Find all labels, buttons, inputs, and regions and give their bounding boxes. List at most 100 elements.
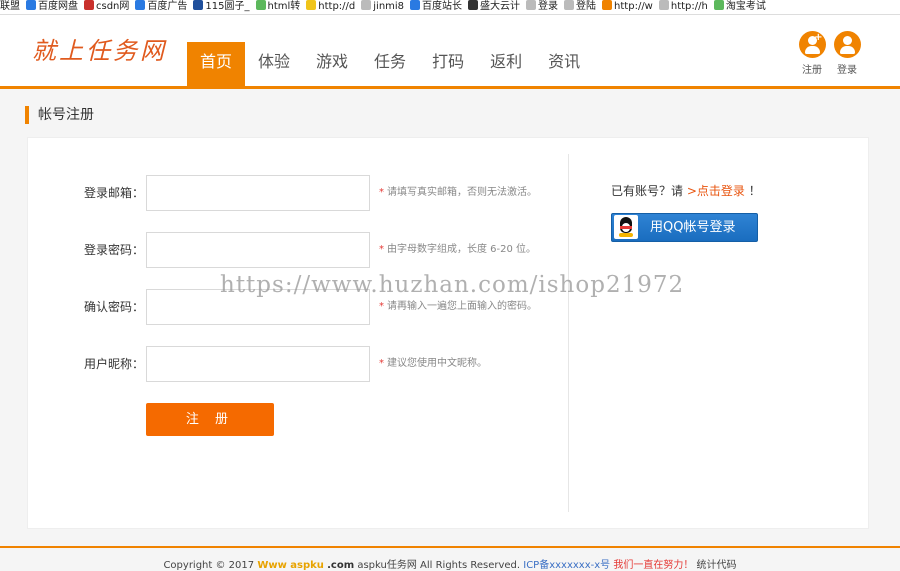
click-login-link[interactable]: >点击登录 — [687, 184, 745, 198]
required-star: * — [379, 358, 384, 369]
nav-item[interactable]: 任务 — [361, 42, 419, 86]
bookmark-label: 盛大云计 — [480, 1, 521, 12]
bookmark-item[interactable]: 登陆 — [564, 0, 596, 13]
bookmark-item[interactable]: 登录 — [526, 0, 558, 13]
bookmark-label: csdn网 — [96, 1, 130, 12]
bookmark-label: 百度网盘 — [38, 1, 78, 12]
login-label: 登录 — [837, 65, 857, 76]
bookmark-item[interactable]: 百度站长 — [410, 0, 462, 13]
bookmark-favicon-icon — [602, 0, 613, 10]
bookmark-item[interactable]: html转 — [255, 0, 301, 13]
bookmark-label: jinmi8 — [373, 1, 405, 12]
password-input[interactable] — [146, 232, 370, 268]
bookmark-favicon-icon — [193, 0, 204, 10]
bookmark-label: 登录 — [538, 1, 559, 12]
bookmark-favicon-icon — [361, 0, 372, 10]
nickname-hint: * 建议您使用中文昵称。 — [379, 346, 487, 382]
bookmark-item[interactable]: http://d — [306, 0, 355, 13]
nav-item[interactable]: 返利 — [477, 42, 535, 86]
footer-site-name: aspku任务网 All Rights Reserved. — [357, 560, 521, 571]
qq-login-button[interactable]: 用QQ帐号登录 — [611, 213, 758, 242]
form-row-password: 登录密码： * 由字母数字组成，长度 6-20 位。 — [28, 232, 568, 268]
required-star: * — [379, 301, 384, 312]
has-account-text: 已有账号？请 >点击登录 ！ — [611, 182, 761, 199]
bookmark-favicon-icon — [713, 0, 724, 10]
bookmark-favicon-icon — [135, 0, 146, 10]
email-input[interactable] — [146, 175, 370, 211]
footer-slogan: 我们一直在努力！ — [613, 560, 694, 571]
bookmark-label: 登陆 — [576, 1, 597, 12]
bookmark-item[interactable]: 115圆子_ — [193, 0, 250, 13]
nav-item[interactable]: 打码 — [419, 42, 477, 86]
bookmark-label: html转 — [267, 1, 301, 12]
footer-divider — [0, 546, 900, 548]
bookmark-label: 百度站长 — [422, 1, 463, 12]
confirm-password-label: 确认密码： — [83, 300, 144, 314]
bookmark-label: http://d — [318, 1, 356, 12]
bookmark-item[interactable]: 百度网盘 — [26, 0, 78, 13]
bookmark-favicon-icon — [564, 0, 575, 10]
qq-penguin-icon — [614, 215, 638, 239]
register-user-icon: + — [798, 31, 826, 58]
nickname-label: 用户昵称： — [83, 357, 144, 371]
login-user-icon — [833, 31, 861, 58]
nickname-hint-text: 建议您使用中文昵称。 — [387, 358, 487, 369]
password-hint: * 由字母数字组成，长度 6-20 位。 — [379, 232, 536, 268]
watermark-text: https://www.huzhan.com/ishop21972 — [220, 272, 685, 298]
password-label: 登录密码： — [83, 243, 144, 257]
bookmark-label: 联盟 — [0, 1, 20, 12]
bookmark-label: http://h — [670, 1, 708, 12]
form-row-nickname: 用户昵称： * 建议您使用中文昵称。 — [28, 346, 568, 382]
page-title: 帐号注册 — [25, 106, 94, 124]
bookmark-favicon-icon — [306, 0, 317, 10]
bookmark-item[interactable]: http://h — [658, 0, 708, 13]
bookmark-item[interactable]: http://w — [602, 0, 653, 13]
password-hint-text: 由字母数字组成，长度 6-20 位。 — [387, 244, 537, 255]
email-hint-text: 请填写真实邮箱，否则无法激活。 — [387, 187, 537, 198]
required-star: * — [379, 244, 384, 255]
bookmark-item[interactable]: 淘宝考试 — [713, 0, 766, 13]
has-account-suffix: ！ — [748, 184, 761, 198]
bookmark-item[interactable]: jinmi8 — [361, 0, 404, 13]
register-submit-button[interactable]: 注 册 — [146, 403, 274, 436]
email-hint: * 请填写真实邮箱，否则无法激活。 — [379, 175, 537, 211]
bookmark-favicon-icon — [658, 0, 669, 10]
bookmark-favicon-icon — [526, 0, 537, 10]
bookmark-favicon-icon — [468, 0, 479, 10]
register-button[interactable]: + 注册 — [792, 31, 832, 76]
bookmark-label: 百度广告 — [147, 1, 188, 12]
bookmark-favicon-icon — [84, 0, 94, 10]
bookmark-item[interactable]: 百度广告 — [135, 0, 187, 13]
nickname-input[interactable] — [146, 346, 370, 382]
nav-item[interactable]: 游戏 — [303, 42, 361, 86]
bookmark-label: http://w — [614, 1, 653, 12]
has-account-prompt: 已有账号？请 — [611, 184, 684, 198]
site-logo[interactable]: 就上任务网 — [32, 31, 167, 66]
confirm-password-hint-text: 请再输入一遍您上面输入的密码。 — [387, 301, 537, 312]
bookmark-favicon-icon — [255, 0, 266, 10]
footer-stats[interactable]: 统计代码 — [697, 560, 737, 571]
site-header: 就上任务网 首页 体验 游戏 任务 打码 返利 资讯 + 注册 登录 — [0, 15, 900, 89]
nav-item[interactable]: 首页 — [187, 42, 246, 86]
bookmarks-bar: 联盟 百度网盘 csdn网 百度广告 115圆子_ html转 http://d jinmi8… — [0, 0, 900, 15]
required-star: * — [379, 187, 384, 198]
site-footer: Copyright © 2017 Www aspku .com aspku任务网… — [0, 556, 900, 571]
nav-item[interactable]: 体验 — [245, 42, 303, 86]
bookmark-item[interactable]: 联盟 — [0, 0, 20, 13]
nav-item[interactable]: 资讯 — [535, 42, 593, 86]
bookmark-item[interactable]: 盛大云计 — [468, 0, 520, 13]
email-label: 登录邮箱： — [83, 186, 144, 200]
panel-divider — [568, 154, 569, 512]
footer-icp-link[interactable]: ICP备xxxxxxx-x号 — [523, 560, 610, 571]
form-row-email: 登录邮箱： * 请填写真实邮箱，否则无法激活。 — [28, 175, 568, 211]
bookmark-favicon-icon — [26, 0, 36, 10]
footer-copyright: Copyright © 2017 — [163, 560, 255, 571]
bookmark-label: 115圆子_ — [205, 1, 250, 12]
register-panel: 登录邮箱： * 请填写真实邮箱，否则无法激活。 登录密码： * 由字母数字组成，长度 6-… — [27, 137, 869, 529]
bookmark-item[interactable]: csdn网 — [84, 0, 129, 13]
bookmark-favicon-icon — [410, 0, 421, 10]
qq-login-label: 用QQ帐号登录 — [650, 220, 736, 235]
login-button[interactable]: 登录 — [827, 31, 867, 76]
bookmark-label: 淘宝考试 — [725, 1, 766, 12]
register-label: 注册 — [802, 65, 822, 76]
